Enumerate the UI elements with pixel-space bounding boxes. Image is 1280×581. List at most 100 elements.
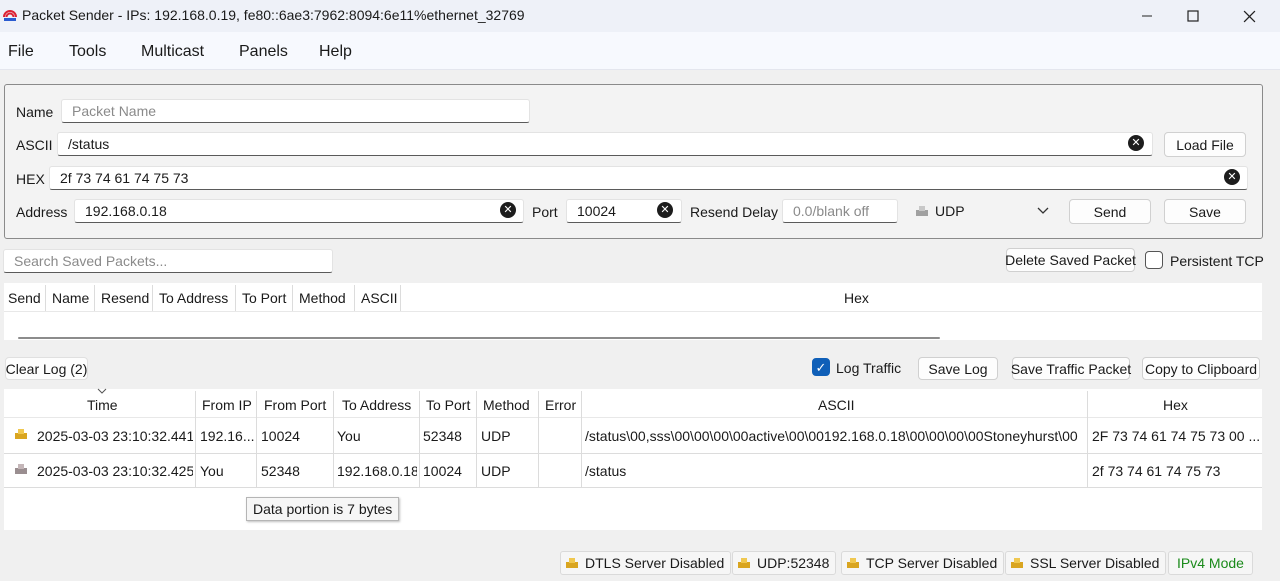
col-divider	[152, 285, 153, 311]
tcp-status-label: TCP Server Disabled	[866, 555, 998, 571]
ascii-input[interactable]: /status	[57, 132, 1153, 156]
hex-input[interactable]: 2f 73 74 61 74 75 73	[49, 166, 1248, 190]
close-icon[interactable]	[1226, 0, 1272, 32]
lock-icon	[566, 558, 578, 568]
clear-ascii-icon[interactable]: ✕	[1128, 135, 1144, 151]
lock-icon	[1011, 558, 1023, 568]
log-method: UDP	[481, 463, 511, 479]
log-col-hex[interactable]: Hex	[1163, 397, 1188, 413]
ascii-value: /status	[68, 136, 110, 152]
ascii-label: ASCII	[16, 137, 53, 153]
log-col-to-port[interactable]: To Port	[426, 397, 470, 413]
menu-tools[interactable]: Tools	[69, 43, 106, 61]
log-col-time[interactable]: Time	[87, 397, 118, 413]
hex-label: HEX	[16, 171, 45, 187]
resend-delay-placeholder: 0.0/blank off	[793, 203, 870, 219]
col-divider	[400, 285, 401, 311]
log-method: UDP	[481, 428, 511, 444]
data-size-tooltip: Data portion is 7 bytes	[246, 497, 400, 521]
delete-saved-packet-button[interactable]: Delete Saved Packet	[1005, 248, 1136, 272]
menu-multicast[interactable]: Multicast	[141, 43, 204, 61]
horizontal-scrollbar[interactable]	[18, 337, 940, 339]
ipv-mode-status[interactable]: IPv4 Mode	[1168, 551, 1253, 575]
resend-delay-input[interactable]: 0.0/blank off	[782, 199, 898, 223]
log-ascii: /status\00,sss\00\00\00\00active\00\0019…	[585, 428, 1078, 444]
saved-col-name[interactable]: Name	[52, 290, 89, 306]
hex-value: 2f 73 74 61 74 75 73	[60, 170, 189, 186]
col-divider	[354, 285, 355, 311]
address-value: 192.168.0.18	[85, 203, 167, 219]
saved-col-send[interactable]: Send	[8, 290, 41, 306]
log-from-port: 52348	[261, 463, 300, 479]
incoming-packet-icon	[15, 429, 27, 439]
port-value: 10024	[577, 203, 616, 219]
network-icon	[916, 206, 928, 216]
clear-address-icon[interactable]: ✕	[500, 202, 516, 218]
log-time: 2025-03-03 23:10:32.441	[37, 428, 193, 444]
col-divider	[94, 285, 95, 311]
protocol-select[interactable]: UDP	[908, 199, 1058, 223]
port-label: Port	[532, 204, 558, 220]
log-col-ascii[interactable]: ASCII	[818, 397, 855, 413]
save-traffic-packet-button[interactable]: Save Traffic Packet	[1011, 357, 1131, 380]
address-input[interactable]: 192.168.0.18	[74, 199, 524, 223]
saved-col-method[interactable]: Method	[299, 290, 346, 306]
load-file-button[interactable]: Load File	[1164, 132, 1246, 157]
row-divider	[4, 487, 1262, 488]
maximize-icon[interactable]	[1170, 0, 1216, 32]
log-col-to-address[interactable]: To Address	[342, 397, 411, 413]
saved-col-ascii[interactable]: ASCII	[361, 290, 398, 306]
save-button[interactable]: Save	[1164, 199, 1246, 224]
saved-col-hex[interactable]: Hex	[844, 290, 869, 306]
persistent-tcp-label: Persistent TCP	[1170, 253, 1264, 269]
menu-help[interactable]: Help	[319, 43, 352, 61]
udp-status-label: UDP:52348	[757, 555, 830, 571]
protocol-value: UDP	[935, 203, 965, 219]
menu-file[interactable]: File	[8, 43, 34, 61]
log-hex: 2f 73 74 61 74 75 73	[1092, 463, 1221, 479]
log-to-port: 10024	[423, 463, 462, 479]
log-col-from-ip[interactable]: From IP	[202, 397, 252, 413]
log-from-ip: You	[200, 463, 224, 479]
persistent-tcp-checkbox[interactable]	[1145, 251, 1163, 269]
chevron-down-icon	[1037, 207, 1049, 214]
sort-descending-icon	[97, 388, 107, 394]
saved-header-divider	[4, 311, 1262, 312]
copy-to-clipboard-button[interactable]: Copy to Clipboard	[1142, 357, 1260, 380]
window-title: Packet Sender - IPs: 192.168.0.19, fe80:…	[22, 7, 525, 23]
ssl-status-label: SSL Server Disabled	[1030, 555, 1160, 571]
log-traffic-checkbox[interactable]: ✓	[812, 358, 830, 376]
packet-name-input[interactable]: Packet Name	[61, 99, 530, 123]
save-log-button[interactable]: Save Log	[918, 357, 998, 380]
name-label: Name	[16, 104, 54, 120]
log-col-from-port[interactable]: From Port	[264, 397, 326, 413]
log-col-error[interactable]: Error	[545, 397, 576, 413]
ipv-mode-label: IPv4 Mode	[1177, 555, 1244, 571]
app-icon	[3, 10, 17, 21]
log-hex: 2F 73 74 61 74 75 73 00 ...	[1092, 428, 1260, 444]
menu-panels[interactable]: Panels	[239, 43, 288, 61]
clear-hex-icon[interactable]: ✕	[1224, 169, 1240, 185]
saved-col-resend[interactable]: Resend	[101, 290, 149, 306]
clear-port-icon[interactable]: ✕	[657, 202, 673, 218]
dtls-status-label: DTLS Server Disabled	[585, 555, 725, 571]
saved-col-to-port[interactable]: To Port	[242, 290, 286, 306]
send-button[interactable]: Send	[1069, 199, 1151, 224]
ssl-status[interactable]: SSL Server Disabled	[1005, 551, 1167, 575]
search-saved-packets-input[interactable]: Search Saved Packets...	[3, 249, 333, 273]
log-from-port: 10024	[261, 428, 300, 444]
clear-log-button[interactable]: Clear Log (2)	[5, 357, 88, 380]
log-to-address: 192.168.0.18	[337, 463, 417, 479]
lock-icon	[738, 558, 750, 568]
saved-col-to-address[interactable]: To Address	[159, 290, 228, 306]
lock-icon	[847, 558, 859, 568]
search-placeholder: Search Saved Packets...	[14, 253, 168, 269]
minimize-icon[interactable]	[1124, 0, 1170, 32]
col-divider	[235, 285, 236, 311]
udp-status[interactable]: UDP:52348	[732, 551, 837, 575]
tcp-status[interactable]: TCP Server Disabled	[841, 551, 1005, 575]
log-col-method[interactable]: Method	[483, 397, 530, 413]
log-to-address: You	[337, 428, 361, 444]
dtls-status[interactable]: DTLS Server Disabled	[560, 551, 732, 575]
log-ascii: /status	[585, 463, 627, 479]
